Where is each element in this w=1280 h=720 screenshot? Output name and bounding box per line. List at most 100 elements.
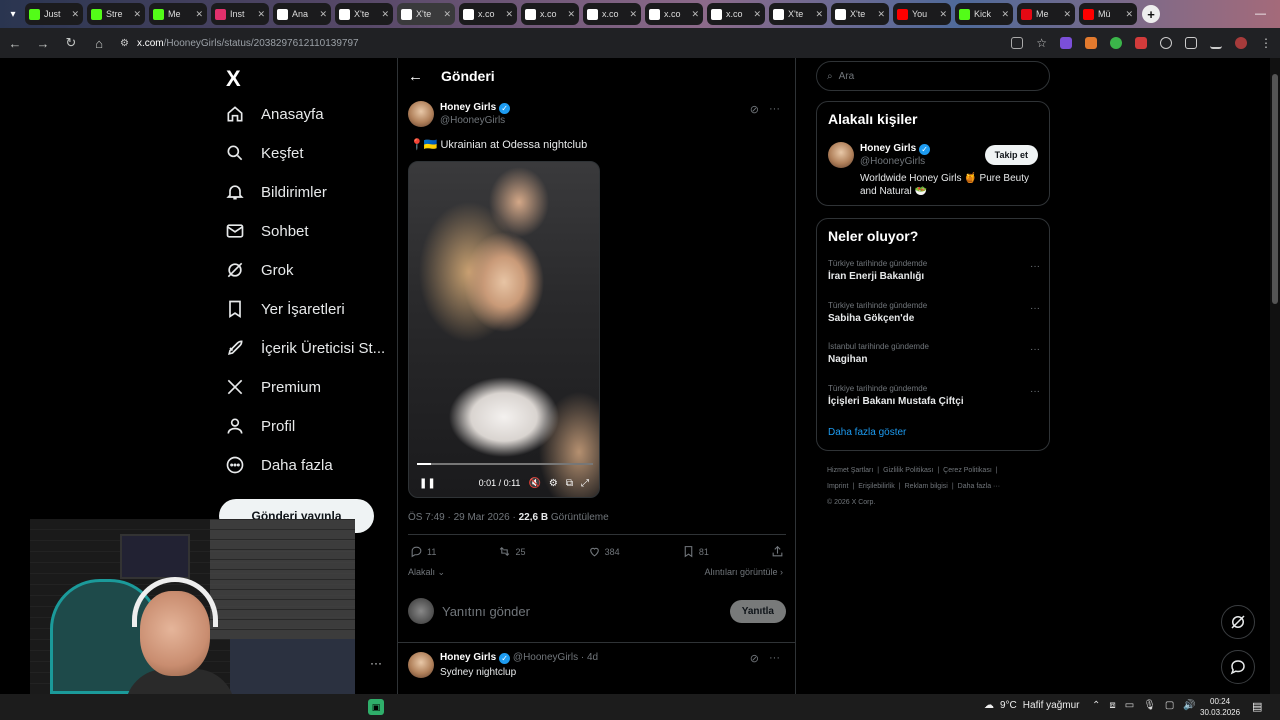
tab-close-icon[interactable]: ✕ (71, 9, 79, 20)
reload-icon[interactable]: ↻ (64, 35, 78, 51)
trend-item[interactable]: Türkiye tarihinde gündemde Sabiha Gökçen'… (828, 301, 1040, 324)
browser-tab[interactable]: Mü ✕ (1079, 3, 1137, 25)
grok-explain-icon[interactable]: ⊘ (750, 652, 759, 665)
tab-close-icon[interactable]: ✕ (629, 9, 637, 20)
nav-item-5[interactable]: Grok (225, 260, 294, 280)
more-options-icon[interactable]: ··· (1030, 303, 1040, 314)
footer-link[interactable]: Gizlilik Politikası (883, 467, 933, 474)
footer-link[interactable]: Reklam bilgisi (905, 483, 948, 490)
author-handle[interactable]: @HooneyGirls (440, 114, 510, 127)
tab-close-icon[interactable]: ✕ (815, 9, 823, 20)
video-player[interactable]: ❚❚ 0:01 / 0:11 🔇 ⚙ ⧉ ⤢ (408, 161, 600, 498)
extension-purple-icon[interactable] (1060, 37, 1072, 49)
view-quotes-link[interactable]: Alıntıları görüntüle › (704, 567, 783, 577)
new-tab-button[interactable]: + (1142, 5, 1160, 23)
more-options-icon[interactable]: ··· (1030, 261, 1040, 272)
browser-menu-icon[interactable]: ⋮ (1260, 36, 1272, 50)
install-app-icon[interactable] (1011, 37, 1024, 49)
author-name[interactable]: Honey Girls (440, 652, 496, 663)
tab-close-icon[interactable]: ✕ (1001, 9, 1009, 20)
video-progress-bar[interactable] (417, 463, 593, 465)
site-info-icon[interactable]: ⚙ (120, 38, 129, 49)
extensions-puzzle-icon[interactable] (1185, 37, 1197, 49)
browser-tab[interactable]: X'te ✕ (831, 3, 889, 25)
more-options-icon[interactable]: ··· (769, 652, 780, 665)
show-more-link[interactable]: Daha fazla göster (828, 427, 906, 438)
reply-submit-button[interactable]: Yanıtla (729, 599, 786, 623)
microphone-icon[interactable]: 🎙 (1143, 700, 1156, 711)
browser-tab[interactable]: x.co ✕ (521, 3, 579, 25)
footer-link[interactable]: Imprint (827, 483, 848, 490)
browser-tab[interactable]: Stre ✕ (87, 3, 145, 25)
bookmark-button[interactable]: 81 (682, 545, 709, 558)
footer-link[interactable]: Erişilebilirlik (858, 483, 895, 490)
extension-orange-icon[interactable] (1085, 37, 1097, 49)
nav-item-1[interactable]: Anasayfa (225, 104, 324, 124)
grok-fab-button[interactable] (1221, 605, 1255, 639)
more-options-icon[interactable]: ··· (769, 103, 780, 116)
browser-tab[interactable]: Just ✕ (25, 3, 83, 25)
repost-button[interactable]: 25 (498, 545, 526, 558)
nav-item-4[interactable]: Sohbet (225, 221, 309, 241)
author-name[interactable]: Honey Girls (440, 102, 496, 113)
avatar[interactable] (408, 652, 434, 678)
tab-close-icon[interactable]: ✕ (1063, 9, 1071, 20)
tab-close-icon[interactable]: ✕ (133, 9, 141, 20)
tab-close-icon[interactable]: ✕ (753, 9, 761, 20)
tab-close-icon[interactable]: ✕ (443, 9, 451, 20)
home-browser-icon[interactable]: ⌂ (92, 36, 106, 51)
tab-close-icon[interactable]: ✕ (567, 9, 575, 20)
browser-tab[interactable]: x.co ✕ (583, 3, 641, 25)
browser-tab[interactable]: X'te ✕ (397, 3, 455, 25)
mute-icon[interactable]: 🔇 (528, 478, 540, 489)
nav-item-6[interactable]: Yer İşaretleri (225, 299, 345, 319)
nav-item-8[interactable]: Premium (225, 377, 321, 397)
tray-network-icon[interactable]: ⧈ (1109, 700, 1115, 711)
messages-fab-button[interactable] (1221, 650, 1255, 684)
suggested-name[interactable]: Honey Girls (860, 143, 916, 154)
nav-item-2[interactable]: Keşfet (225, 143, 304, 163)
taskbar-app-icon[interactable]: ▣ (368, 699, 384, 715)
back-arrow-icon[interactable]: ← (408, 68, 423, 85)
tab-close-icon[interactable]: ✕ (195, 9, 203, 20)
notification-icon[interactable]: ▤ (1252, 700, 1262, 713)
nav-item-3[interactable]: Bildirimler (225, 182, 327, 202)
nav-item-7[interactable]: İçerik Üreticisi St... (225, 338, 385, 358)
tab-close-icon[interactable]: ✕ (691, 9, 699, 20)
trend-item[interactable]: Türkiye tarihinde gündemde İçişleri Bakan… (828, 384, 1040, 407)
weather-widget[interactable]: ☁ 9°C Hafif yağmur (984, 700, 1079, 711)
tab-close-icon[interactable]: ✕ (319, 9, 327, 20)
browser-tab[interactable]: Me ✕ (149, 3, 207, 25)
tab-close-icon[interactable]: ✕ (381, 9, 389, 20)
fullscreen-icon[interactable]: ⤢ (581, 478, 589, 489)
tray-app-icon[interactable]: ▭ (1125, 700, 1134, 711)
author-handle[interactable]: @HooneyGirls · 4d (513, 652, 598, 663)
browser-tab[interactable]: x.co ✕ (459, 3, 517, 25)
browser-tab[interactable]: x.co ✕ (707, 3, 765, 25)
extension-shield-icon[interactable] (1110, 37, 1122, 49)
tab-close-icon[interactable]: ✕ (505, 9, 513, 20)
nav-item-10[interactable]: Daha fazla (225, 455, 333, 475)
browser-tab[interactable]: Inst ✕ (211, 3, 269, 25)
footer-link[interactable]: Hizmet Şartları (827, 467, 873, 474)
browser-tab[interactable]: You ✕ (893, 3, 951, 25)
more-options-icon[interactable]: ··· (1030, 344, 1040, 355)
x-logo-icon[interactable]: X (226, 66, 241, 92)
tab-close-icon[interactable]: ✕ (877, 9, 885, 20)
post-timestamp[interactable]: ÖS 7:49 · 29 Mar 2026 · (408, 512, 519, 523)
volume-icon[interactable]: 🔊 (1183, 700, 1195, 711)
reply-button[interactable]: 11 (410, 545, 436, 558)
settings-icon[interactable]: ⚙ (549, 478, 558, 489)
taskbar-clock[interactable]: 00:24 30.03.2026 (1200, 696, 1240, 718)
reply-input[interactable]: Yanıtını gönder (442, 604, 722, 619)
browser-tab[interactable]: X'te ✕ (769, 3, 827, 25)
tab-close-icon[interactable]: ✕ (939, 9, 947, 20)
trend-item[interactable]: İstanbul tarihinde gündemde Nagihan ··· (828, 342, 1040, 365)
browser-tab[interactable]: X'te ✕ (335, 3, 393, 25)
browser-tab[interactable]: Me ✕ (1017, 3, 1075, 25)
bookmark-star-icon[interactable]: ☆ (1036, 36, 1047, 50)
account-more-icon[interactable]: ··· (370, 656, 382, 670)
nav-item-9[interactable]: Profil (225, 416, 295, 436)
display-icon[interactable]: ▢ (1165, 700, 1174, 711)
grok-explain-icon[interactable]: ⊘ (750, 103, 759, 116)
